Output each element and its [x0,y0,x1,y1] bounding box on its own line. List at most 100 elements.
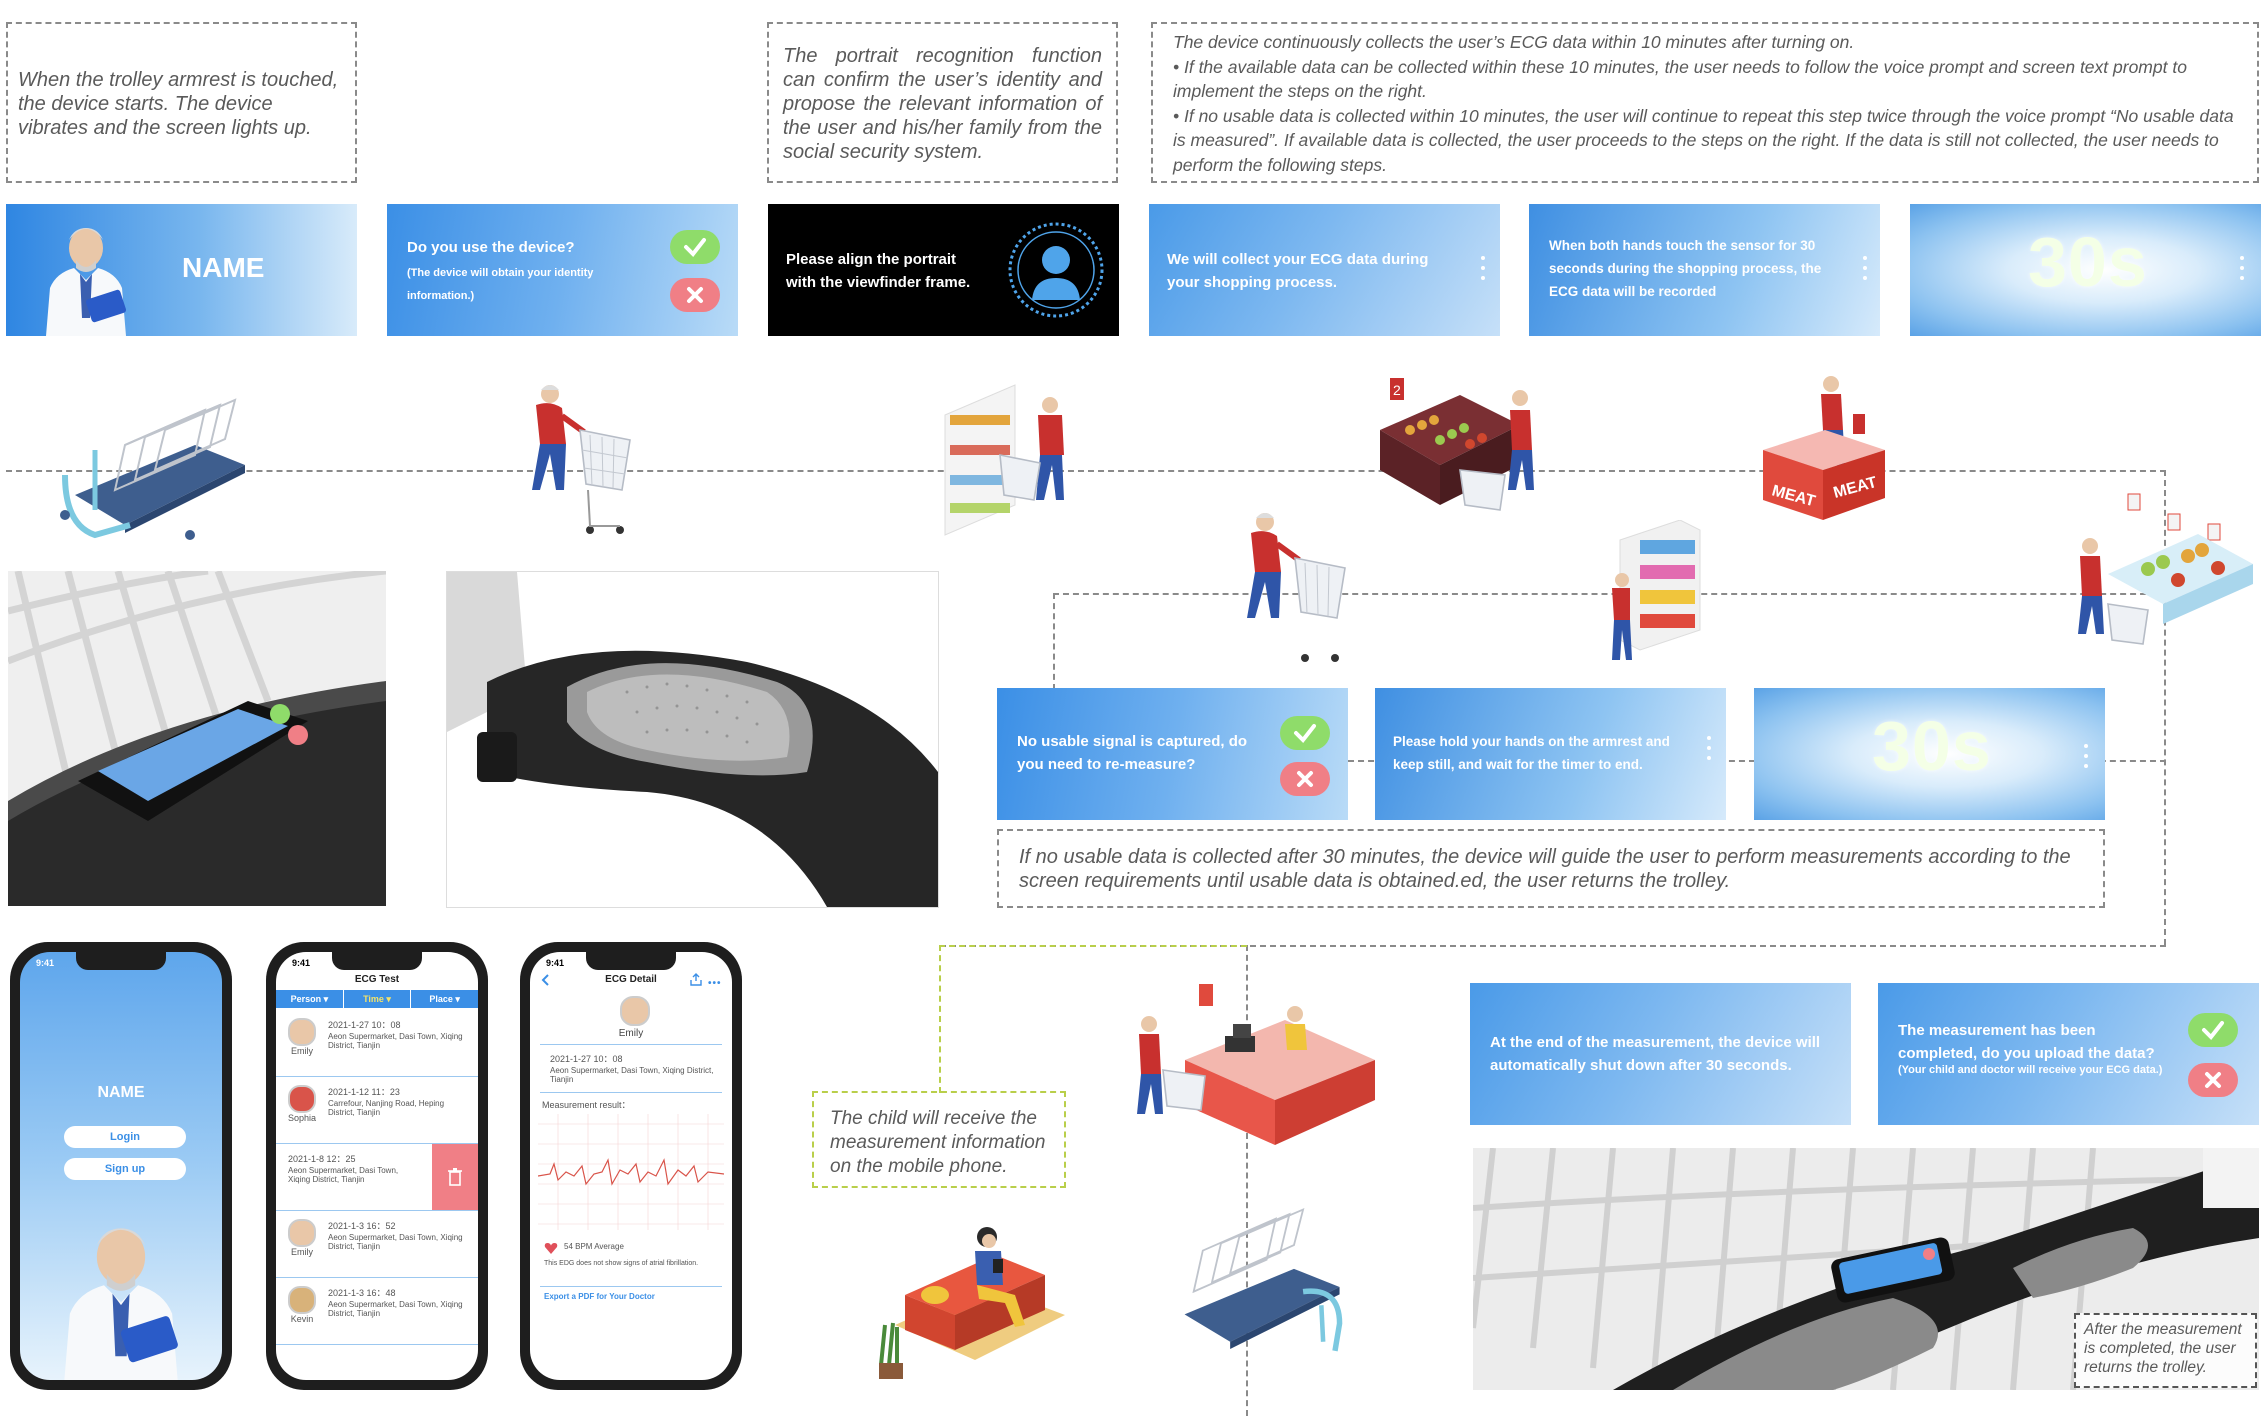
list-item[interactable]: Sophia 2021-1-12 11：23 Carrefour, Nanjin… [276,1077,478,1144]
upload-yes-button[interactable] [2188,1013,2238,1047]
list-item-place: Aeon Supermarket, Dasi Town, Xiqing Dist… [328,1032,463,1050]
list-item[interactable]: Kevin 2021-1-3 16：48 Aeon Supermarket, D… [276,1278,478,1345]
heart-icon [544,1243,558,1254]
screen-no-signal: No usable signal is captured, do you nee… [997,688,1348,820]
note-ecg-line2: • If the available data can be collected… [1173,56,2187,102]
signup-button[interactable]: Sign up [64,1158,186,1180]
note-child-text: The child will receive the measurement i… [830,1108,1046,1177]
timer-value: 30s [2028,223,2148,301]
shelf-shopping-illustration [944,384,1064,536]
list-item[interactable]: Emily 2021-1-3 16：52 Aeon Supermarket, D… [276,1211,478,1278]
flow-line-child-left [939,945,941,1093]
screen-collect-ecg: We will collect your ECG data during you… [1149,204,1500,336]
share-icon[interactable] [690,973,702,986]
close-icon [2205,1072,2221,1088]
more-icon [2084,744,2088,774]
doctor-image [46,228,127,336]
more-icon [1481,256,1485,286]
timer-value-2: 30s [1872,707,1992,785]
armrest-sensor-photo [446,571,939,908]
list-item-place: Aeon Supermarket, Dasi Town, Xiqing Dist… [328,1233,463,1251]
screen-align-portrait: Please align the portrait with the viewf… [768,204,1119,336]
avatar [288,1085,316,1113]
close-icon [1297,771,1313,787]
snack-shelf-illustration [1612,520,1701,660]
filter-time[interactable]: Time ▾ [344,990,412,1008]
app-name: NAME [97,1084,145,1101]
person-silhouette-icon [1008,222,1104,318]
page-title: ECG Test [354,974,400,985]
remeasure-no-button[interactable] [1280,762,1330,796]
vegetable-stand-illustration [2078,493,2253,645]
trolley-rack-illustration-2 [1184,1207,1343,1352]
armrest-screen-photo [8,571,386,906]
list-item-date: 2021-1-27 10：08 [328,1020,401,1030]
confirm-button[interactable] [670,230,720,264]
detail-name: Emily [618,1028,644,1039]
filter-person[interactable]: Person ▾ [276,990,344,1008]
screen-timer-2: 30s [1754,688,2105,820]
more-icon[interactable]: ••• [708,978,722,989]
phone-ecg-detail: 9:41 ECG Detail ••• Emily 2021-1-27 10：0… [520,942,742,1390]
avatar [620,996,650,1026]
trash-icon [448,1168,462,1186]
export-pdf-link[interactable]: Export a PDF for Your Doctor [544,1292,655,1301]
list-item-place: Carrefour, Nanjing Road, Heping District… [328,1099,445,1117]
list-item-name: Sophia [287,1113,317,1123]
ecg-test-list: Emily 2021-1-27 10：08 Aeon Supermarket, … [276,1010,478,1345]
note-portrait-text: The portrait recognition function can co… [783,45,1102,163]
list-item-date: 2021-1-12 11：23 [328,1087,400,1097]
remeasure-yes-button[interactable] [1280,716,1330,750]
result-label: Measurement result： [542,1100,631,1110]
more-icon [2240,256,2244,286]
cancel-button[interactable] [670,278,720,312]
more-icon [1707,736,1711,766]
screen-name-label: NAME [182,252,265,283]
both-hands-text: When both hands touch the sensor for 30 … [1549,238,1822,299]
note-retry-text: If no usable data is collected after 30 … [1019,846,2071,892]
screen-use-device: Do you use the device? (The device will … [387,204,738,336]
screen-hold-hands: Please hold your hands on the armrest an… [1375,688,1726,820]
status-time: 9:41 [546,958,565,968]
screen-name: NAME [6,204,357,336]
list-item-place: Aeon Supermarket, Dasi Town, Xiqing Dist… [288,1166,399,1184]
close-icon [687,287,703,303]
avatar [288,1018,316,1046]
login-button[interactable]: Login [64,1126,186,1148]
list-item-swiped[interactable]: 2021-1-8 12：25 Aeon Supermarket, Dasi To… [276,1144,478,1211]
list-item-date: 2021-1-8 12：25 [288,1154,356,1164]
check-icon [2202,1021,2224,1041]
doctor-image [64,1228,178,1380]
screen-both-hands: When both hands touch the sensor for 30 … [1529,204,1880,336]
result-note: This EDG does not show signs of atrial f… [544,1260,699,1267]
list-item-date: 2021-1-3 16：48 [328,1288,396,1298]
note-ecg-line3: • If no usable data is collected within … [1173,105,2234,175]
ecg-waveform [538,1114,724,1230]
note-ecg-collection: The device continuously collects the use… [1151,22,2259,183]
phone-login: 9:41 NAME Login Sign up [10,942,232,1390]
filter-place[interactable]: Place ▾ [411,990,478,1008]
trolley-rack-illustration [60,398,245,540]
bpm-average: 54 BPM Average [564,1242,624,1251]
detail-date: 2021-1-27 10：08 [550,1054,623,1064]
list-item[interactable]: Emily 2021-1-27 10：08 Aeon Supermarket, … [276,1010,478,1077]
more-icon [1863,256,1867,286]
upload-subtext: (Your child and doctor will receive your… [1898,1064,2163,1076]
check-icon [684,238,706,258]
status-time: 9:41 [36,958,55,968]
status-time: 9:41 [292,958,311,968]
avatar [288,1219,316,1247]
shopper-with-cart-illustration-2 [1247,513,1346,662]
list-item-date: 2021-1-3 16：52 [328,1221,396,1231]
upload-no-button[interactable] [2188,1063,2238,1097]
note-start-text: When the trolley armrest is touched, the… [18,69,339,139]
delete-button[interactable] [432,1144,478,1210]
screen-upload: The measurement has been completed, do y… [1878,983,2259,1125]
collect-text: We will collect your ECG data during you… [1167,251,1429,291]
list-item-name: Emily [291,1046,313,1056]
avatar [288,1286,316,1314]
shopper-with-cart-illustration [532,385,631,534]
note-return-text: After the measurement is completed, the … [2084,1321,2242,1376]
align-text: Please align the portrait with the viewf… [786,251,971,291]
note-return-trolley: After the measurement is completed, the … [2074,1313,2257,1388]
